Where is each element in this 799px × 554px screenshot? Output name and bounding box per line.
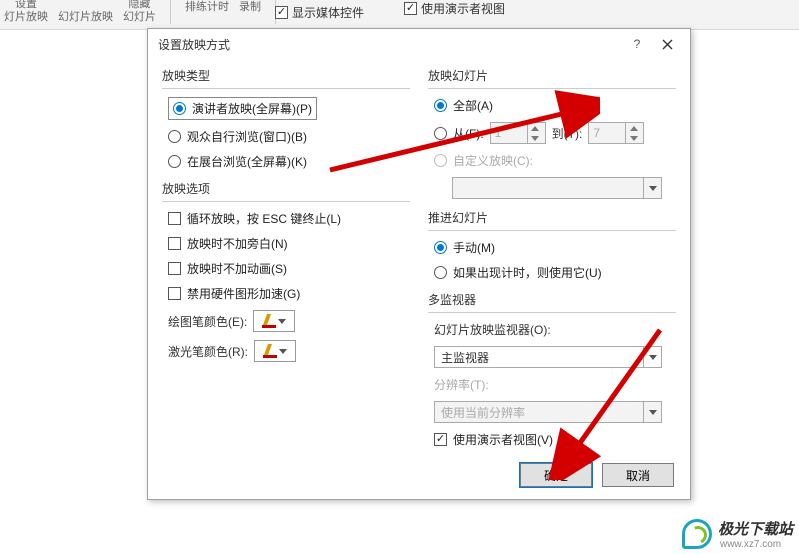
ribbon-item[interactable]: 录制	[239, 0, 261, 24]
pen-icon	[263, 344, 277, 358]
monitor-select[interactable]: 主监视器	[434, 346, 662, 368]
close-button[interactable]	[652, 30, 682, 58]
check-no-narration[interactable]: 放映时不加旁白(N)	[168, 235, 410, 252]
radio-kiosk[interactable]: 在展台浏览(全屏幕)(K)	[168, 153, 410, 170]
multi-monitor-title: 多监视器	[428, 291, 676, 308]
resolution-label: 分辨率(T):	[434, 376, 676, 393]
to-spinner[interactable]	[588, 122, 644, 144]
setup-show-dialog: 设置放映方式 ? 放映类型 演讲者放映(全屏幕)(P) 观众自行浏览(窗口)(B…	[147, 28, 691, 500]
radio-browsed-label: 观众自行浏览(窗口)(B)	[187, 128, 307, 145]
radio-all-label: 全部(A)	[453, 97, 493, 114]
ribbon-item[interactable]: 灯片放映	[4, 11, 48, 24]
chevron-down-icon	[643, 178, 661, 198]
ribbon-item[interactable]: 幻灯片	[123, 11, 156, 24]
check-loop[interactable]: 循环放映，按 ESC 键终止(L)	[168, 210, 410, 227]
pen-color-picker[interactable]	[253, 310, 295, 332]
show-media-checkbox[interactable]	[275, 6, 288, 19]
help-button[interactable]: ?	[622, 30, 652, 58]
monitor-label: 幻灯片放映监视器(O):	[434, 321, 676, 338]
laser-color-picker[interactable]	[254, 340, 296, 362]
advance-title: 推进幻灯片	[428, 209, 676, 226]
resolution-select: 使用当前分辨率	[434, 401, 662, 423]
radio-timings[interactable]: 如果出现计时，则使用它(U)	[434, 264, 676, 281]
radio-from-label: 从(F):	[453, 125, 484, 142]
presenter-view-label: 使用演示者视图	[421, 0, 505, 17]
pen-icon	[262, 314, 276, 328]
logo-icon	[682, 519, 712, 549]
from-spinner[interactable]	[490, 122, 546, 144]
ribbon-item[interactable]: 幻灯片放映	[58, 11, 113, 24]
pen-color-label: 绘图笔颜色(E):	[168, 313, 247, 330]
show-options-title: 放映选项	[162, 180, 410, 197]
check-disable-hw[interactable]: 禁用硬件图形加速(G)	[168, 285, 410, 302]
radio-from[interactable]: 从(F):	[434, 125, 484, 142]
from-input[interactable]	[491, 124, 527, 142]
to-input[interactable]	[589, 124, 625, 142]
show-type-title: 放映类型	[162, 67, 410, 84]
custom-show-select	[452, 177, 662, 199]
ribbon-item[interactable]: 隐藏	[129, 0, 151, 11]
resolution-value: 使用当前分辨率	[435, 404, 643, 421]
radio-presenter-label: 演讲者放映(全屏幕)(P)	[192, 100, 312, 117]
ribbon-item[interactable]: 排练计时	[185, 0, 229, 24]
radio-manual[interactable]: 手动(M)	[434, 239, 676, 256]
ribbon-item[interactable]: 设置	[15, 0, 37, 11]
to-label: 到(T):	[552, 125, 583, 142]
laser-color-label: 激光笔颜色(R):	[168, 343, 248, 360]
watermark-url: www.xz7.com	[720, 539, 793, 550]
show-media-label: 显示媒体控件	[292, 4, 364, 21]
chevron-down-icon[interactable]	[643, 347, 661, 367]
monitor-value: 主监视器	[435, 349, 643, 366]
radio-custom-show: 自定义放映(C):	[434, 152, 676, 169]
dialog-title: 设置放映方式	[156, 36, 622, 53]
cancel-button[interactable]: 取消	[602, 463, 674, 487]
radio-custom-label: 自定义放映(C):	[453, 152, 533, 169]
presenter-view-checkbox[interactable]	[404, 2, 417, 15]
ok-button[interactable]: 确定	[520, 463, 592, 487]
radio-kiosk-label: 在展台浏览(全屏幕)(K)	[187, 153, 307, 170]
show-slides-title: 放映幻灯片	[428, 67, 676, 84]
check-presenter-view[interactable]: 使用演示者视图(V)	[434, 431, 676, 448]
watermark-name: 极光下载站	[718, 518, 793, 539]
chevron-down-icon	[643, 402, 661, 422]
radio-presenter[interactable]: 演讲者放映(全屏幕)(P)	[168, 97, 317, 120]
radio-browsed-individual[interactable]: 观众自行浏览(窗口)(B)	[168, 128, 410, 145]
radio-manual-label: 手动(M)	[453, 239, 495, 256]
check-no-animation[interactable]: 放映时不加动画(S)	[168, 260, 410, 277]
radio-timings-label: 如果出现计时，则使用它(U)	[453, 264, 602, 281]
watermark: 极光下载站 www.xz7.com	[682, 518, 793, 550]
radio-all-slides[interactable]: 全部(A)	[434, 97, 676, 114]
